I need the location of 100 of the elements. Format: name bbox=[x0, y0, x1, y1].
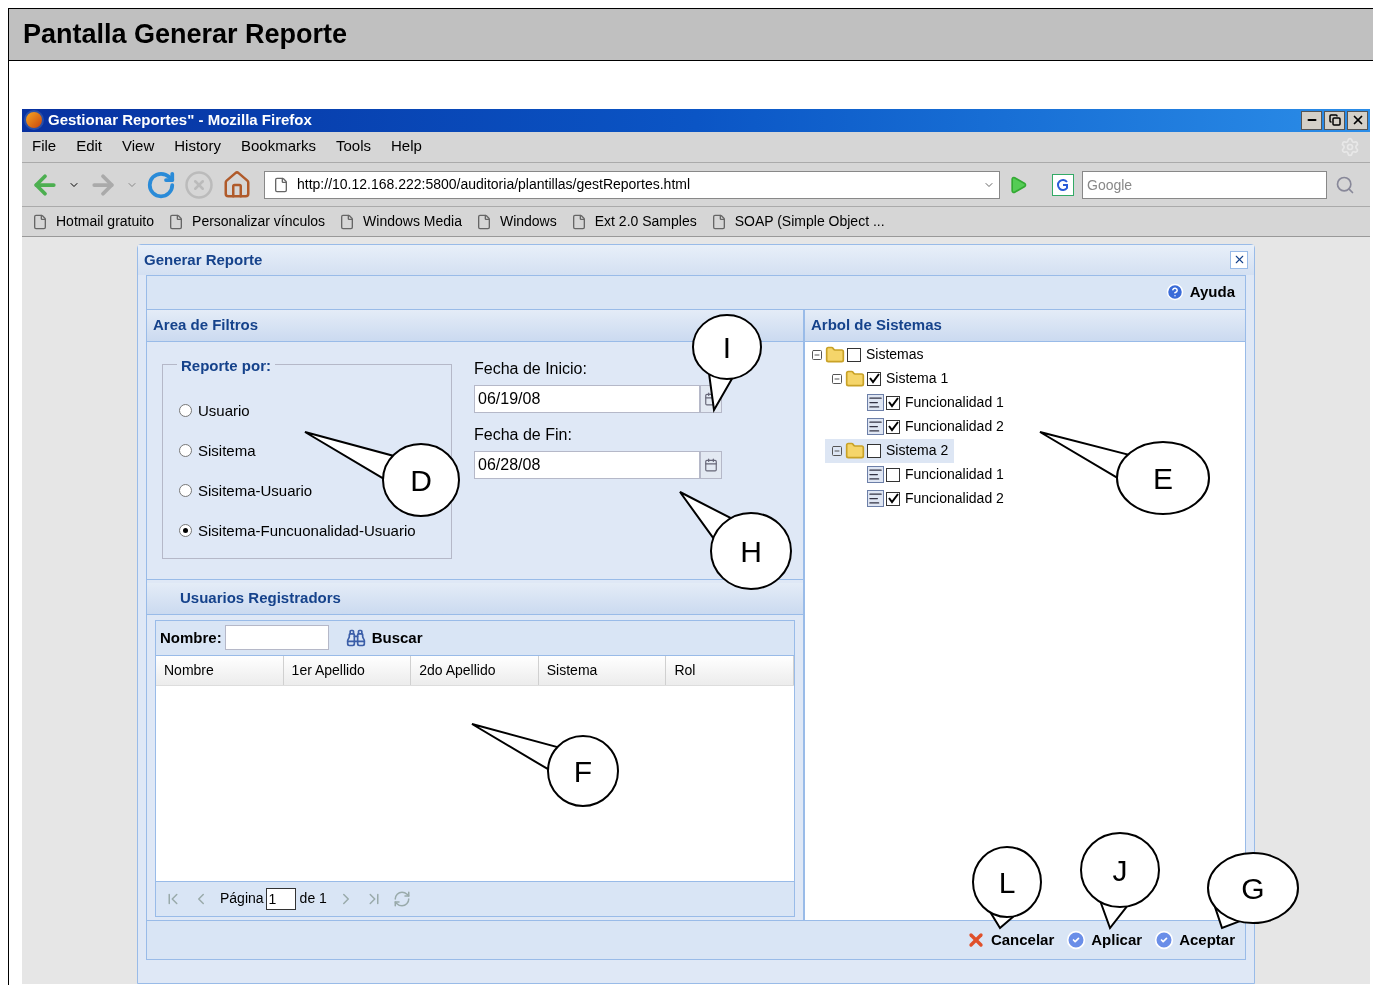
radio-button[interactable] bbox=[179, 404, 192, 418]
search-icon[interactable] bbox=[1335, 174, 1355, 195]
tree-label: Sistema 1 bbox=[886, 369, 949, 389]
dialog-title: Generar Reporte bbox=[144, 249, 263, 270]
radio-label: Sisitema bbox=[198, 440, 256, 461]
callout: E bbox=[1039, 431, 1210, 515]
callout: J bbox=[1080, 832, 1160, 931]
panel-title: Usuarios Registradors bbox=[180, 588, 341, 609]
tree-checkbox[interactable] bbox=[867, 444, 881, 458]
tree-label: Sistema 2 bbox=[886, 441, 949, 461]
bookmark-item[interactable]: Ext 2.0 Samples bbox=[594, 211, 697, 233]
bookmark-icon bbox=[339, 213, 356, 230]
home-icon[interactable] bbox=[222, 169, 252, 200]
close-button[interactable] bbox=[1230, 251, 1248, 269]
search-engine-icon[interactable] bbox=[1052, 173, 1074, 196]
date-field[interactable]: 06/28/08 bbox=[474, 451, 700, 479]
date-field[interactable]: 06/19/08 bbox=[474, 385, 700, 413]
leaf-icon bbox=[867, 418, 884, 436]
tree-checkbox[interactable] bbox=[886, 420, 900, 434]
tree-checkbox[interactable] bbox=[867, 372, 881, 386]
callout: I bbox=[692, 314, 762, 414]
tree-checkbox[interactable] bbox=[847, 348, 861, 362]
minimize-button[interactable] bbox=[1301, 110, 1322, 130]
go-icon[interactable] bbox=[1008, 174, 1028, 195]
bookmark-icon bbox=[710, 213, 727, 230]
bookmark-icon bbox=[570, 213, 587, 230]
bookmark-item[interactable]: Personalizar vínculos bbox=[192, 211, 326, 233]
tree-node[interactable]: Funcionalidad 2 bbox=[845, 415, 1010, 439]
leaf-icon bbox=[867, 466, 884, 484]
column-header[interactable]: 1er Apellido bbox=[283, 656, 412, 685]
help-icon bbox=[1165, 283, 1184, 302]
page-field[interactable]: 1 bbox=[265, 888, 296, 910]
calendar-icon bbox=[704, 458, 718, 472]
radio-label: Sisitema-Funcuonalidad-Usuario bbox=[198, 520, 416, 541]
tree-node[interactable]: Funcionalidad 1 bbox=[845, 391, 1010, 415]
search-field[interactable]: Google bbox=[1082, 170, 1327, 199]
folder-icon bbox=[845, 441, 865, 461]
bookmark-icon bbox=[168, 213, 185, 230]
tree-node[interactable]: Funcionalidad 2 bbox=[845, 487, 1010, 511]
radio-button[interactable] bbox=[179, 444, 192, 458]
collapse-icon[interactable] bbox=[831, 445, 843, 457]
restore-button[interactable] bbox=[1324, 110, 1345, 130]
tree-node[interactable]: Sistemas bbox=[805, 343, 930, 367]
tree-checkbox[interactable] bbox=[886, 492, 900, 506]
tree-node[interactable]: Funcionalidad 1 bbox=[845, 463, 1010, 487]
panel-title: Arbol de Sistemas bbox=[811, 315, 942, 336]
ok-button[interactable]: Aplicar bbox=[1066, 928, 1143, 952]
close-button[interactable] bbox=[1347, 110, 1368, 130]
bookmark-item[interactable]: Hotmail gratuito bbox=[56, 211, 155, 233]
bookmark-icon bbox=[32, 213, 48, 230]
cancel-button[interactable]: Cancelar bbox=[965, 928, 1055, 952]
tree-node[interactable]: Sistema 2 bbox=[825, 439, 955, 463]
radio-label: Sisitema-Usuario bbox=[198, 480, 313, 501]
menu-item[interactable]: File bbox=[32, 135, 57, 158]
menu-item[interactable]: Help bbox=[391, 135, 422, 158]
browser-logo-icon bbox=[24, 110, 44, 131]
menu-item[interactable]: Tools bbox=[336, 135, 371, 158]
column-header[interactable]: Rol bbox=[666, 656, 794, 685]
tree-label: Funcionalidad 2 bbox=[905, 489, 1004, 509]
callout: H bbox=[679, 491, 792, 590]
callout: L bbox=[972, 846, 1042, 930]
radio-label: Usuario bbox=[198, 400, 250, 421]
field-label: Fecha de Fin: bbox=[474, 425, 573, 445]
page-icon bbox=[273, 176, 289, 193]
ok-button[interactable]: Aceptar bbox=[1154, 928, 1235, 952]
binoculars-icon bbox=[345, 628, 366, 648]
tree-checkbox[interactable] bbox=[886, 468, 900, 482]
bookmark-item[interactable]: Windows bbox=[499, 211, 557, 233]
help-button[interactable]: Ayuda bbox=[1165, 281, 1235, 304]
bookmark-item[interactable]: Windows Media bbox=[363, 211, 462, 233]
callout: F bbox=[471, 723, 619, 807]
radio-button[interactable] bbox=[179, 524, 192, 538]
name-field[interactable] bbox=[224, 625, 329, 651]
menu-item[interactable]: History bbox=[174, 135, 221, 158]
leaf-icon bbox=[867, 394, 884, 412]
tree-node[interactable]: Sistema 1 bbox=[825, 367, 955, 391]
restore-icon bbox=[1328, 114, 1341, 127]
reload-icon[interactable] bbox=[146, 169, 176, 200]
leaf-icon bbox=[867, 490, 884, 508]
column-header[interactable]: Nombre bbox=[156, 656, 284, 685]
column-header[interactable]: Sistema bbox=[538, 656, 667, 685]
menu-item[interactable]: Edit bbox=[76, 135, 103, 158]
check-icon bbox=[1154, 930, 1175, 950]
column-header[interactable]: 2do Apellido bbox=[411, 656, 539, 685]
tree-checkbox[interactable] bbox=[886, 396, 900, 410]
tree-label: Funcionalidad 2 bbox=[905, 417, 1004, 437]
menu-item[interactable]: Bookmarks bbox=[240, 135, 316, 158]
radio-button[interactable] bbox=[179, 484, 192, 498]
panel-title: Area de Filtros bbox=[153, 315, 259, 336]
menu-item[interactable]: View bbox=[122, 135, 155, 158]
search-button[interactable]: Buscar bbox=[345, 626, 423, 650]
bookmark-item[interactable]: SOAP (Simple Object ... bbox=[734, 211, 885, 233]
collapse-icon[interactable] bbox=[811, 349, 823, 361]
bookmark-icon bbox=[475, 213, 492, 230]
check-icon bbox=[1066, 930, 1087, 950]
address-bar[interactable]: http://10.12.168.222:5800/auditoria/plantillas/gestReportes.html bbox=[264, 170, 1000, 199]
document-title: Pantalla Generar Reporte bbox=[23, 18, 348, 52]
folder-icon bbox=[845, 369, 865, 389]
pager-label: de 1 bbox=[299, 889, 327, 909]
collapse-icon[interactable] bbox=[831, 373, 843, 385]
